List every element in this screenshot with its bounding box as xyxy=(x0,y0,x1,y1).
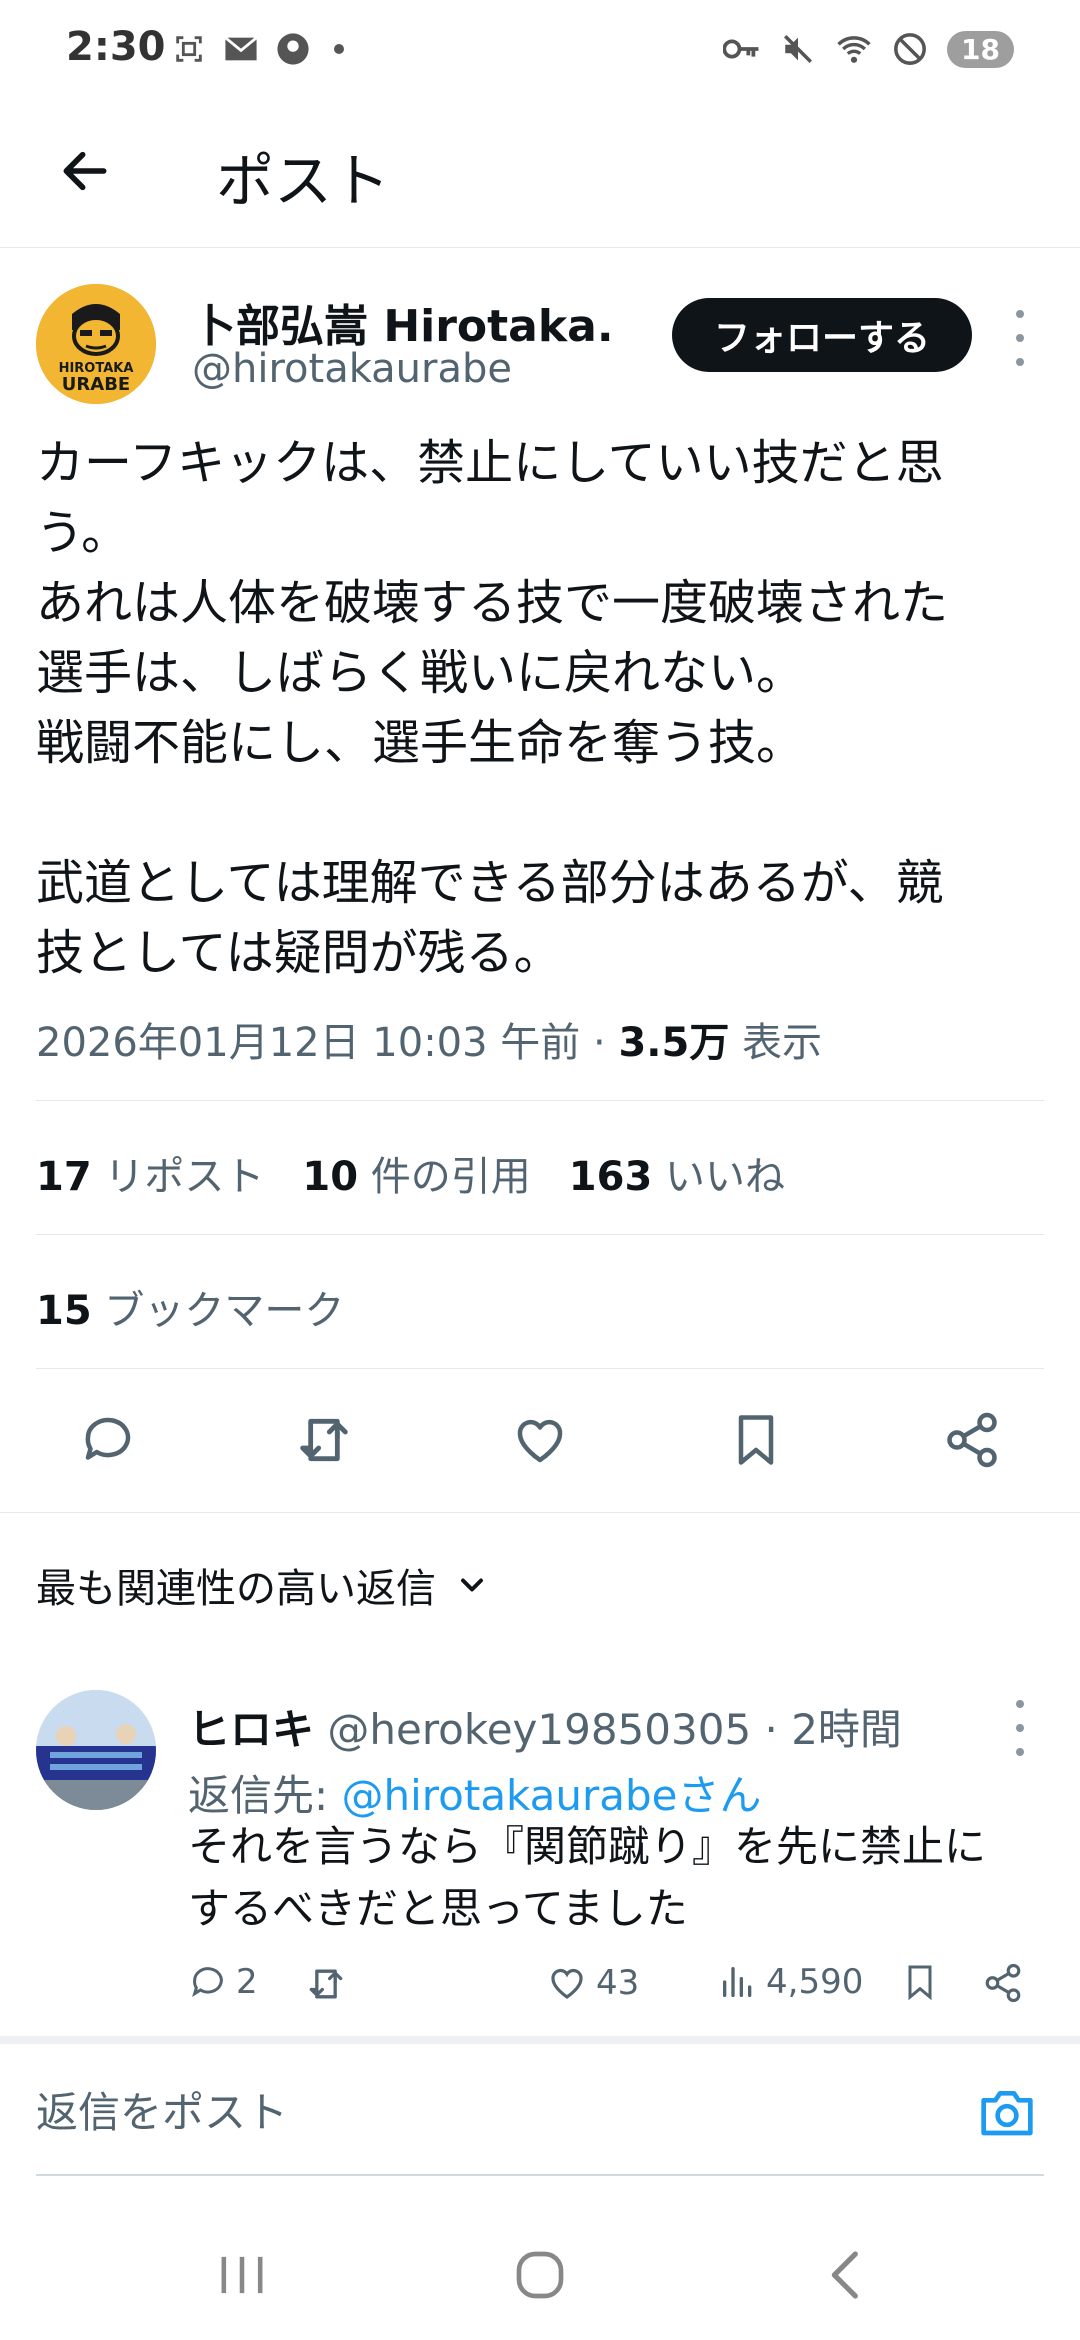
reply-to-line: 返信先: @hirotakaurabeさん xyxy=(188,1771,762,1820)
back-nav-button[interactable] xyxy=(806,2240,886,2310)
divider xyxy=(0,1512,1080,1513)
reply-text: それを言うなら『関節蹴り』を先に禁止に するべきだと思ってました xyxy=(188,1822,987,1933)
views-label: 表示 xyxy=(729,1020,823,1066)
bookmarks-stat[interactable]: 15 ブックマーク xyxy=(36,1278,344,1336)
reply-bookmark-button[interactable] xyxy=(900,1962,940,2002)
reply-views-button[interactable]: 4,590 xyxy=(718,1962,863,2002)
post-action-bar xyxy=(0,1380,1080,1500)
status-time: 2:30 xyxy=(66,24,166,70)
post-text-line: 選手は、しばらく戦いに戻れない。 xyxy=(36,645,805,701)
post-text-line xyxy=(36,778,1046,848)
post-text-line: カーフキックは、禁止にしていい技だと思 xyxy=(36,435,944,491)
divider xyxy=(0,2036,1080,2044)
back-chevron-icon xyxy=(831,2251,858,2299)
reply-sort-dropdown[interactable]: 最も関連性の高い返信 xyxy=(36,1556,490,1614)
post-timestamp: 2026年01月12日 10:03 午前 · 3.5万 表示 xyxy=(36,1010,822,1068)
repost-icon xyxy=(309,1969,343,1999)
author-avatar[interactable]: HIROTAKA URABE xyxy=(36,284,156,404)
like-icon xyxy=(551,1969,583,1999)
follow-button[interactable]: フォローする xyxy=(672,298,972,372)
post-text-line: 武道としては理解できる部分はあるが、競 xyxy=(36,855,944,911)
system-nav-bar xyxy=(0,2200,1080,2340)
more-options-icon[interactable] xyxy=(1004,310,1036,366)
wifi-icon xyxy=(835,30,873,68)
reply-composer: 返信をポスト xyxy=(0,2044,1080,2180)
reply-like-button[interactable]: 43 xyxy=(546,1962,639,2004)
key-icon xyxy=(723,30,761,68)
reply-header: ヒロキ @herokey19850305 · 2時間 xyxy=(188,1696,902,1757)
divider xyxy=(36,1100,1044,1101)
mail-icon xyxy=(222,30,260,68)
home-icon xyxy=(516,2251,564,2299)
chevron-down-icon xyxy=(461,1578,483,1592)
reply-item[interactable]: ヒロキ @herokey19850305 · 2時間 返信先: @hirotak… xyxy=(0,1680,1080,2040)
home-button[interactable] xyxy=(500,2240,580,2310)
reply-sort-label: 最も関連性の高い返信 xyxy=(36,1566,436,1612)
app-bar: ポスト xyxy=(0,100,1080,248)
repost-icon[interactable] xyxy=(292,1408,356,1472)
status-right-icons: 18 xyxy=(723,30,1014,68)
dnd-icon xyxy=(891,30,929,68)
notification-dot-icon xyxy=(334,44,344,54)
mute-icon xyxy=(779,30,817,68)
more-options-icon[interactable] xyxy=(1004,1700,1036,1756)
status-bar: 2:30 18 xyxy=(0,0,1080,100)
views-count[interactable]: 3.5万 xyxy=(618,1020,729,1066)
reply-views-count: 4,590 xyxy=(766,1962,864,2002)
likes-stat[interactable]: 163 いいね xyxy=(569,1144,785,1202)
reply-icon xyxy=(192,1967,223,1998)
post-text-line: 戦闘不能にし、選手生命を奪う技。 xyxy=(36,715,805,771)
avatar-logo-line2: URABE xyxy=(62,374,130,395)
post-author: HIROTAKA URABE 卜部弘嵩 Hirotaka... @hirotak… xyxy=(0,280,1080,410)
arrow-left-icon xyxy=(63,151,107,191)
account-icon xyxy=(274,30,312,68)
bookmark-icon xyxy=(908,1965,932,2001)
reply-repost-button[interactable] xyxy=(304,1962,348,2006)
reply-comment-button[interactable]: 2 xyxy=(188,1962,258,2002)
page-title: ポスト xyxy=(216,147,391,215)
post-text-line: あれは人体を破壊する技で一度破壊された xyxy=(36,575,949,631)
reply-to-link[interactable]: @hirotakaurabeさん xyxy=(342,1771,762,1820)
recent-apps-button[interactable] xyxy=(202,2240,282,2310)
back-button[interactable] xyxy=(50,136,120,206)
reply-author-name[interactable]: ヒロキ xyxy=(188,1705,314,1754)
status-left-icons xyxy=(170,30,344,68)
author-name[interactable]: 卜部弘嵩 Hirotaka... xyxy=(192,290,612,354)
reposts-stat[interactable]: 17 リポスト xyxy=(36,1144,264,1202)
quotes-stat[interactable]: 10 件の引用 xyxy=(302,1144,530,1202)
reply-action-bar: 2 43 4,590 xyxy=(188,1956,1038,2016)
reply-icon[interactable] xyxy=(76,1408,140,1472)
share-icon[interactable] xyxy=(940,1408,1004,1472)
engagement-stats: 17 リポスト 10 件の引用 163 いいね xyxy=(36,1144,785,1202)
screenshot-icon xyxy=(170,30,208,68)
timestamp-text: 2026年01月12日 10:03 午前 · xyxy=(36,1020,619,1066)
divider xyxy=(36,1368,1044,1369)
reply-avatar[interactable] xyxy=(36,1690,156,1810)
reply-handle-time: @herokey19850305 · 2時間 xyxy=(314,1705,902,1754)
divider xyxy=(36,1234,1044,1235)
post-text-line: う。 xyxy=(36,505,130,561)
post-text-line: 技としては疑問が残る。 xyxy=(36,925,562,981)
reply-input[interactable]: 返信をポスト xyxy=(36,2044,1044,2176)
share-icon xyxy=(985,1963,1021,2003)
reply-comment-count: 2 xyxy=(236,1962,258,2002)
reply-like-count: 43 xyxy=(596,1963,640,2003)
bookmark-icon[interactable] xyxy=(724,1408,788,1472)
reply-share-button[interactable] xyxy=(982,1962,1024,2004)
camera-icon[interactable] xyxy=(976,2084,1038,2140)
views-chart-icon xyxy=(723,1967,752,1997)
post-text: カーフキックは、禁止にしていい技だと思 う。 あれは人体を破壊する技で一度破壊さ… xyxy=(36,428,1046,988)
recent-apps-icon xyxy=(221,2256,263,2294)
author-handle[interactable]: @hirotakaurabe xyxy=(192,346,512,392)
battery-indicator: 18 xyxy=(947,30,1014,68)
like-icon[interactable] xyxy=(508,1408,572,1472)
